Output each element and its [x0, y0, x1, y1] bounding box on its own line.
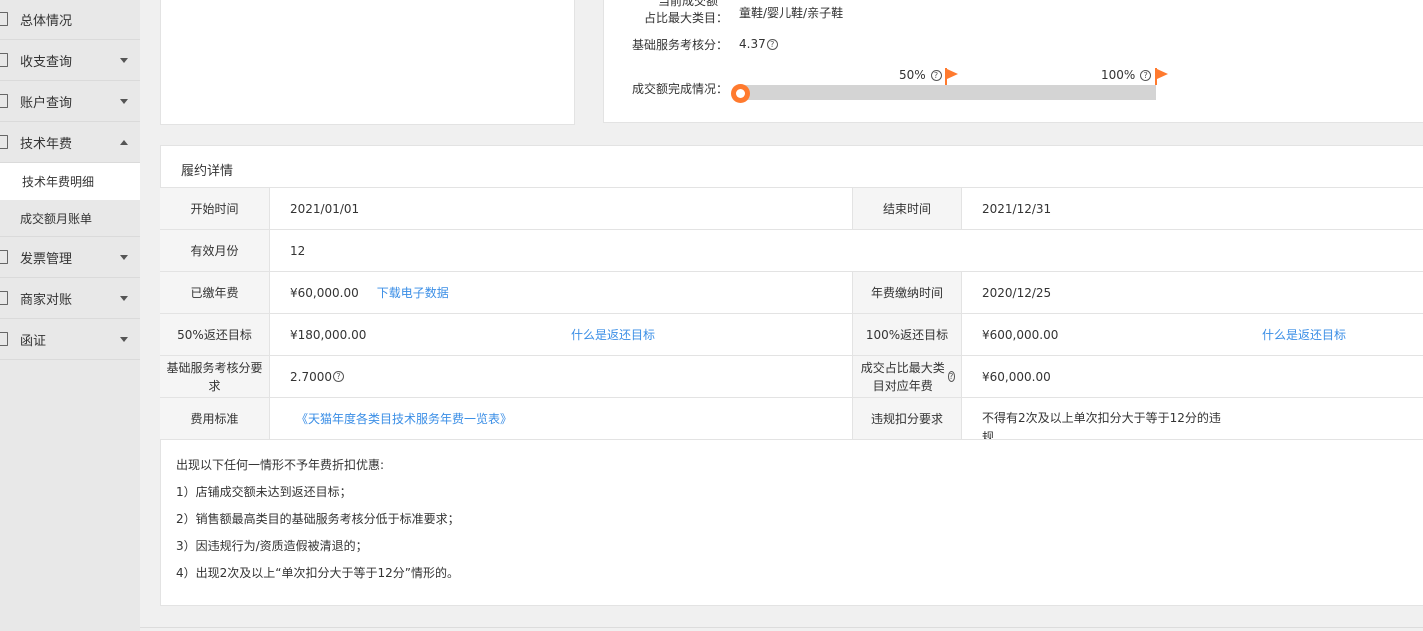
summary-card-left — [160, 0, 575, 125]
chevron-down-icon — [120, 337, 128, 342]
flag-icon — [947, 69, 958, 79]
document-icon — [0, 291, 8, 305]
document-icon — [0, 332, 8, 346]
help-icon[interactable]: ? — [333, 371, 344, 382]
table-row: 开始时间 2021/01/01 结束时间 2021/12/31 — [160, 188, 1423, 230]
help-icon[interactable]: ? — [930, 70, 942, 81]
target-100-value: ¥600,000.00 — [982, 327, 1059, 342]
help-icon[interactable]: ? — [947, 371, 955, 382]
table-row: 50%返还目标 ¥180,000.00 什么是返还目标 100%返还目标 ¥60… — [160, 314, 1423, 356]
sidebar: 总体情况 收支查询 账户查询 技术年费 技术年费明细 成交额月账单 发票管理 商… — [0, 0, 140, 631]
paid-fee-label: 已缴年费 — [160, 272, 270, 313]
target-50-value: ¥180,000.00 — [290, 327, 367, 342]
violation-requirement-label: 违规扣分要求 — [852, 398, 962, 439]
end-time-label: 结束时间 — [852, 188, 962, 229]
milestone-100-label: 100% ? — [1101, 68, 1152, 82]
table-row: 费用标准 《天猫年度各类目技术服务年费一览表》 违规扣分要求 不得有2次及以上单… — [160, 398, 1423, 440]
target-50-label: 50%返还目标 — [160, 314, 270, 355]
sidebar-item-label: 账户查询 — [20, 95, 73, 111]
violation-requirement-value: 不得有2次及以上单次扣分大于等于12分的违规 — [982, 398, 1222, 439]
top-category-value: 童鞋/婴儿鞋/亲子鞋 — [739, 6, 844, 20]
top-category-label-line1: 当前成交额 — [657, 0, 718, 8]
score-requirement-value: 2.7000 — [290, 369, 332, 384]
start-time-label: 开始时间 — [160, 188, 270, 229]
section-title: 履约详情 — [181, 164, 234, 179]
notes-list: 出现以下任何一情形不予年费折扣优惠: 1）店铺成交额未达到返还目标； 2）销售额… — [176, 457, 460, 592]
document-icon — [0, 12, 8, 26]
sidebar-item-tech-fee[interactable]: 技术年费 — [0, 122, 140, 163]
violation-requirement-text: 不得有2次及以上单次扣分大于等于12分的违规 — [982, 411, 1221, 439]
paid-fee-cell: ¥60,000.00 下载电子数据 — [290, 272, 850, 313]
fee-standard-label: 费用标准 — [160, 398, 270, 439]
download-data-link[interactable]: 下载电子数据 — [377, 284, 449, 301]
fee-paid-time-value: 2020/12/25 — [982, 285, 1052, 300]
fee-standard-cell: 《天猫年度各类目技术服务年费一览表》 — [296, 398, 856, 439]
milestone-50-label: 50% ? — [899, 68, 942, 82]
sidebar-item-label: 函证 — [20, 333, 47, 349]
paid-fee-value: ¥60,000.00 — [290, 285, 359, 300]
document-icon — [0, 250, 8, 264]
sidebar-subitem-label: 成交额月账单 — [20, 211, 93, 226]
what-is-target-link[interactable]: 什么是返还目标 — [571, 314, 655, 355]
score-requirement-label: 基础服务考核分要求 — [160, 356, 270, 397]
document-icon — [0, 135, 8, 149]
service-score-number: 4.37 — [739, 37, 766, 51]
chevron-down-icon — [120, 58, 128, 63]
list-item: 4）出现2次及以上“单次扣分大于等于12分”情形的。 — [176, 566, 459, 580]
sidebar-item-confirmation-letter[interactable]: 函证 — [0, 319, 140, 360]
category-fee-label-text: 成交占比最大类目对应年费 — [860, 360, 945, 393]
sidebar-submenu: 技术年费明细 成交额月账单 — [0, 163, 140, 237]
list-item: 1）店铺成交额未达到返还目标； — [176, 485, 352, 499]
what-is-target-link[interactable]: 什么是返还目标 — [1262, 314, 1346, 355]
sidebar-subitem-label: 技术年费明细 — [22, 175, 95, 189]
list-item: 2）销售额最高类目的基础服务考核分低于标准要求； — [176, 512, 460, 526]
divider — [140, 627, 1423, 628]
table-row: 已缴年费 ¥60,000.00 下载电子数据 年费缴纳时间 2020/12/25 — [160, 272, 1423, 314]
sidebar-item-income-expense[interactable]: 收支查询 — [0, 40, 140, 81]
help-icon[interactable]: ? — [1140, 70, 1152, 81]
document-icon — [0, 53, 8, 67]
end-time-value: 2021/12/31 — [982, 201, 1052, 216]
sidebar-item-label: 收支查询 — [20, 54, 73, 70]
sidebar-subitem-monthly-bill[interactable]: 成交额月账单 — [0, 200, 140, 236]
valid-months-label: 有效月份 — [160, 230, 270, 271]
progress-knob[interactable] — [731, 84, 750, 103]
sidebar-item-invoice[interactable]: 发票管理 — [0, 237, 140, 278]
table-row: 基础服务考核分要求 2.7000? 成交占比最大类目对应年费? ¥60,000.… — [160, 356, 1423, 398]
sidebar-subitem-tech-fee-detail[interactable]: 技术年费明细 — [0, 163, 140, 200]
category-fee-value: ¥60,000.00 — [982, 369, 1051, 384]
help-icon[interactable]: ? — [766, 39, 778, 50]
chevron-down-icon — [120, 296, 128, 301]
table-row: 有效月份 12 — [160, 230, 1423, 272]
sidebar-item-label: 技术年费 — [20, 136, 73, 152]
service-score-value: 4.37? — [739, 37, 778, 51]
sidebar-item-label: 商家对账 — [20, 292, 73, 308]
sidebar-item-label: 发票管理 — [20, 251, 73, 267]
score-requirement-cell: 2.7000? — [290, 356, 850, 397]
flag-icon — [1157, 69, 1168, 79]
fee-standard-link[interactable]: 《天猫年度各类目技术服务年费一览表》 — [296, 410, 512, 427]
sidebar-item-overview[interactable]: 总体情况 — [0, 0, 140, 40]
valid-months-value: 12 — [290, 243, 306, 258]
sidebar-item-label: 总体情况 — [20, 14, 73, 29]
list-item: 3）因违规行为/资质造假被清退的； — [176, 539, 368, 553]
fee-paid-time-label: 年费缴纳时间 — [852, 272, 962, 313]
chevron-down-icon — [120, 99, 128, 104]
start-time-value: 2021/01/01 — [290, 201, 360, 216]
top-category-label-line2: 占比最大类目： — [643, 11, 728, 25]
target-100-label: 100%返还目标 — [852, 314, 962, 355]
progress-label: 成交额完成情况： — [631, 82, 728, 96]
category-fee-label: 成交占比最大类目对应年费? — [852, 356, 962, 397]
milestone-100-text: 100% — [1101, 68, 1136, 82]
milestone-50-text: 50% — [899, 68, 926, 82]
sidebar-item-reconciliation[interactable]: 商家对账 — [0, 278, 140, 319]
progress-track — [738, 85, 1156, 100]
detail-table: 开始时间 2021/01/01 结束时间 2021/12/31 有效月份 12 … — [160, 187, 1423, 440]
document-icon — [0, 94, 8, 108]
sidebar-item-account[interactable]: 账户查询 — [0, 81, 140, 122]
list-item: 出现以下任何一情形不予年费折扣优惠: — [176, 458, 385, 472]
chevron-down-icon — [120, 255, 128, 260]
chevron-up-icon — [120, 140, 128, 145]
service-score-label: 基础服务考核分： — [631, 38, 728, 52]
